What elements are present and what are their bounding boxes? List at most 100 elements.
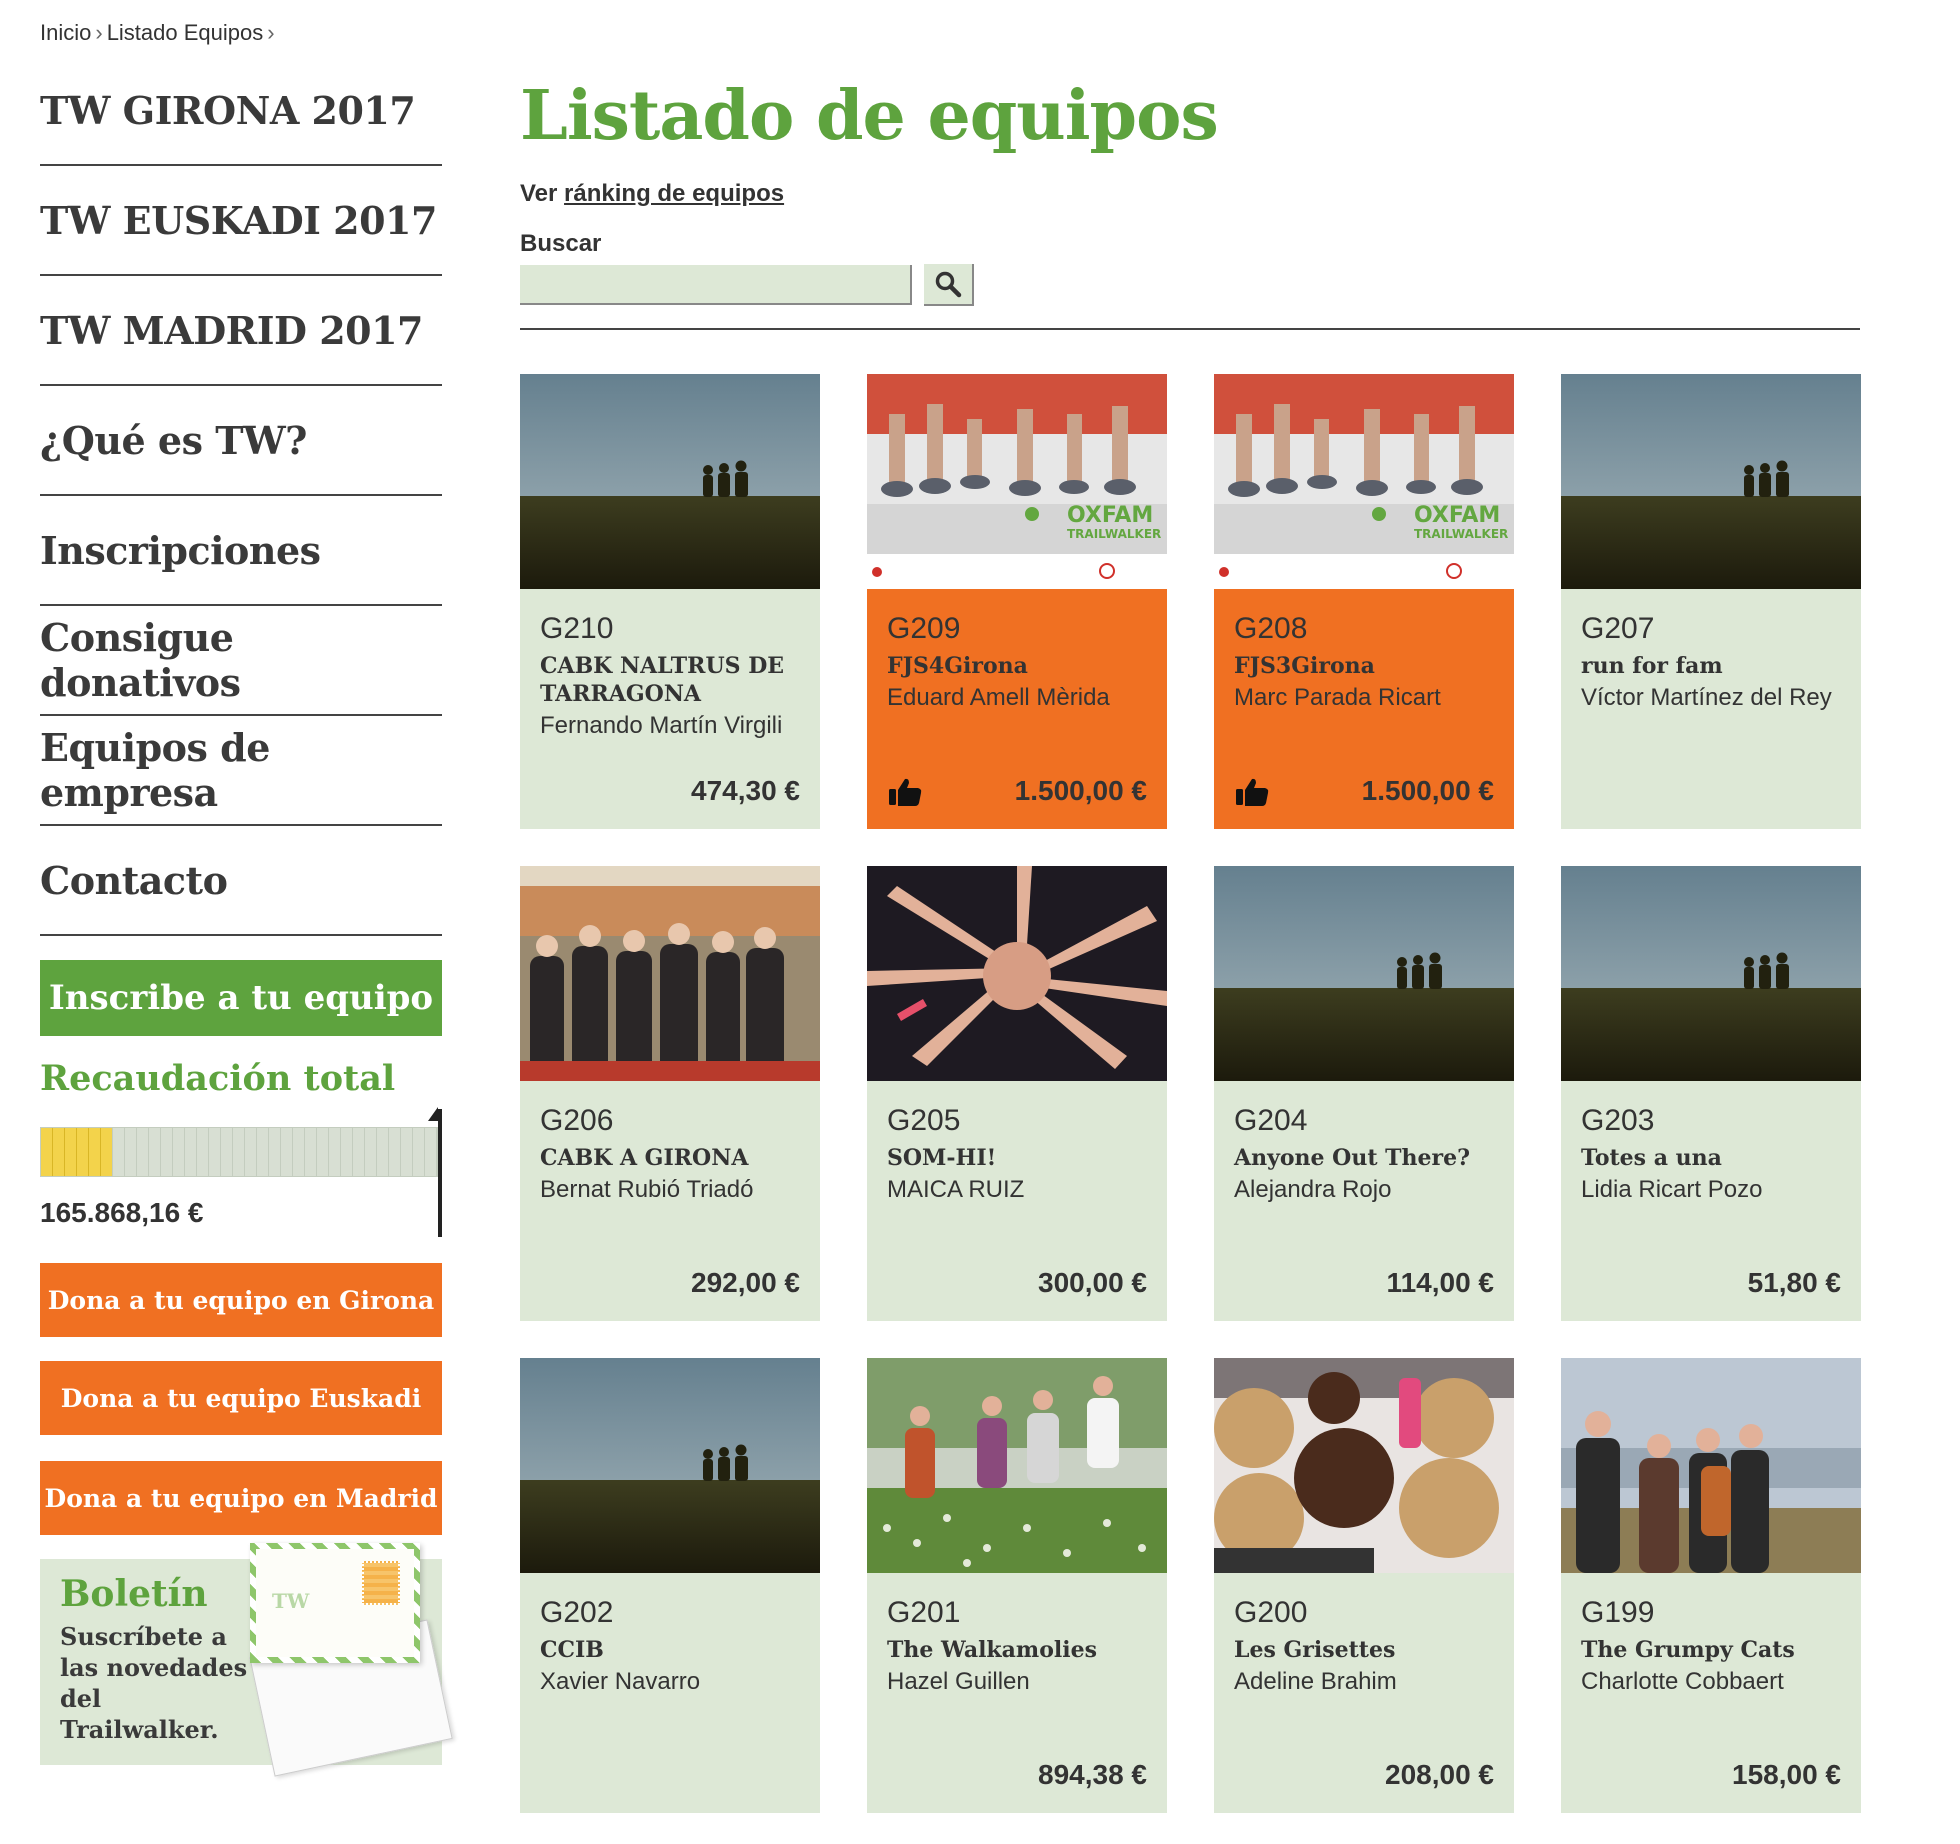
nav-item-tw-madrid[interactable]: TW MADRID 2017 (40, 276, 442, 386)
ranking-link[interactable]: ránking de equipos (564, 180, 784, 207)
donate-euskadi-button[interactable]: Dona a tu equipo Euskadi (40, 1361, 442, 1435)
team-image[interactable]: OXFAM TRAILWALKER (867, 374, 1167, 589)
team-card[interactable]: G210 CABK NALTRUS DE TARRAGONA Fernando … (520, 374, 820, 829)
team-info: G199 The Grumpy Cats Charlotte Cobbaert (1581, 1596, 1841, 1696)
team-card[interactable]: G199 The Grumpy Cats Charlotte Cobbaert … (1561, 1358, 1861, 1813)
nav-item-inscripciones[interactable]: Inscripciones (40, 496, 442, 606)
team-image[interactable]: OXFAM TRAILWALKER (1214, 374, 1514, 589)
donate-madrid-button[interactable]: Dona a tu equipo en Madrid (40, 1461, 442, 1535)
team-card[interactable]: G202 CCIB Xavier Navarro (520, 1358, 820, 1813)
team-name: CABK A GIRONA (540, 1145, 749, 1171)
team-info: G205 SOM-HI! MAICA RUIZ (887, 1104, 1147, 1204)
team-info: G210 CABK NALTRUS DE TARRAGONA Fernando … (540, 612, 800, 740)
oxfam-logo-text: OXFAM (1414, 503, 1500, 528)
recaudacion-amount: 165.868,16 € (40, 1197, 204, 1228)
search-row (520, 264, 1860, 306)
recaudacion-progress (40, 1107, 442, 1237)
hands-photo-thumbnail-icon (867, 866, 1167, 1081)
team-captain: Fernando Martín Virgili (540, 712, 783, 739)
team-image[interactable] (1561, 866, 1861, 1081)
team-image[interactable] (1214, 866, 1514, 1081)
nav-item-contacto[interactable]: Contacto (40, 826, 442, 936)
team-captain: Víctor Martínez del Rey (1581, 684, 1832, 711)
nav-item-consigue-donativos[interactable]: Consigue donativos (40, 606, 442, 716)
team-image[interactable] (1214, 1358, 1514, 1573)
team-image[interactable] (1561, 1358, 1861, 1573)
team-image[interactable] (520, 374, 820, 589)
recaudacion-title: Recaudación total (40, 1058, 396, 1099)
search-input[interactable] (520, 265, 912, 305)
envelope-icon: TW (250, 1543, 420, 1663)
team-code: G199 (1581, 1596, 1655, 1629)
newsletter-title: Boletín (60, 1573, 208, 1615)
team-card[interactable]: G207 run for fam Víctor Martínez del Rey (1561, 374, 1861, 829)
oxfam-runners-thumbnail-icon: OXFAM TRAILWALKER (1214, 374, 1514, 589)
inscribe-team-button[interactable]: Inscribe a tu equipo (40, 960, 442, 1036)
search-label: Buscar (520, 230, 602, 257)
donate-girona-button[interactable]: Dona a tu equipo en Girona (40, 1263, 442, 1337)
team-code: G200 (1234, 1596, 1308, 1629)
team-amount: 474,30 € (691, 775, 800, 806)
team-card[interactable]: G200 Les Grisettes Adeline Brahim 208,00… (1214, 1358, 1514, 1813)
nav-item-equipos-empresa[interactable]: Equipos de empresa (40, 716, 442, 826)
envelope-tw-mark: TW (272, 1589, 310, 1613)
breadcrumb-current[interactable]: Listado Equipos (107, 20, 264, 45)
team-code: G210 (540, 612, 614, 645)
team-card[interactable]: G206 CABK A GIRONA Bernat Rubió Triadó 2… (520, 866, 820, 1321)
team-amount: 292,00 € (691, 1267, 800, 1298)
team-card[interactable]: G204 Anyone Out There? Alejandra Rojo 11… (1214, 866, 1514, 1321)
team-card[interactable]: OXFAM TRAILWALKER G208 FJS3Girona Marc P… (1214, 374, 1514, 829)
team-captain: Bernat Rubió Triadó (540, 1176, 754, 1203)
team-amount: 1.500,00 € (1361, 775, 1494, 806)
postage-stamp-icon (362, 1561, 400, 1605)
team-code: G201 (887, 1596, 961, 1629)
ranking-line: Ver ránking de equipos (520, 180, 1860, 208)
team-captain: Charlotte Cobbaert (1581, 1668, 1784, 1695)
team-image[interactable] (520, 1358, 820, 1573)
trailwalker-logo-text: TRAILWALKER (1067, 527, 1161, 541)
breadcrumb-home-link[interactable]: Inicio (40, 20, 91, 45)
nav-item-tw-euskadi[interactable]: TW EUSKADI 2017 (40, 166, 442, 276)
divider (520, 328, 1860, 330)
nav-item-tw-girona[interactable]: TW GIRONA 2017 (40, 56, 442, 166)
team-name: Anyone Out There? (1234, 1145, 1470, 1171)
team-info: G208 FJS3Girona Marc Parada Ricart (1234, 612, 1494, 712)
team-image[interactable] (1561, 374, 1861, 589)
team-image[interactable] (867, 866, 1167, 1081)
team-info: G206 CABK A GIRONA Bernat Rubió Triadó (540, 1104, 800, 1204)
team-image[interactable] (867, 1358, 1167, 1573)
search-button[interactable] (924, 264, 974, 306)
group-photo-thumbnail-icon (520, 866, 820, 1081)
team-amount: 51,80 € (1747, 1267, 1841, 1298)
team-card[interactable]: G201 The Walkamolies Hazel Guillen 894,3… (867, 1358, 1167, 1813)
team-image[interactable] (520, 866, 820, 1081)
team-code: G206 (540, 1104, 614, 1137)
team-captain: Adeline Brahim (1234, 1668, 1397, 1695)
cakes-photo-thumbnail-icon (1214, 1358, 1514, 1573)
breadcrumb-separator: › (267, 20, 275, 45)
nav-item-que-es-tw[interactable]: ¿Qué es TW? (40, 386, 442, 496)
team-info: G204 Anyone Out There? Alejandra Rojo (1234, 1104, 1494, 1204)
team-amount: 300,00 € (1038, 1267, 1147, 1298)
trailwalker-logo-text: TRAILWALKER (1414, 527, 1508, 541)
newsletter-box[interactable]: Boletín Suscríbete a las novedades del T… (40, 1543, 453, 1777)
team-name: Totes a una (1581, 1145, 1722, 1171)
team-code: G205 (887, 1104, 961, 1137)
team-card[interactable]: OXFAM TRAILWALKER G209 FJS4Girona Eduard… (867, 374, 1167, 829)
team-captain: Alejandra Rojo (1234, 1176, 1392, 1203)
page-title: Listado de equipos (520, 76, 1219, 156)
team-name: CABK NALTRUS DE TARRAGONA (540, 653, 785, 707)
team-captain: Hazel Guillen (887, 1668, 1030, 1695)
breadcrumb-separator: › (95, 20, 103, 45)
main-content: Listado de equipos Ver ránking de equipo… (520, 56, 1861, 1813)
team-name: FJS4Girona (887, 653, 1028, 679)
team-amount: 208,00 € (1385, 1759, 1494, 1790)
team-captain: Eduard Amell Mèrida (887, 684, 1110, 711)
team-code: G207 (1581, 612, 1655, 645)
team-name: The Grumpy Cats (1581, 1637, 1795, 1663)
team-code: G208 (1234, 612, 1308, 645)
team-card[interactable]: G205 SOM-HI! MAICA RUIZ 300,00 € (867, 866, 1167, 1321)
team-name: FJS3Girona (1234, 653, 1375, 679)
team-card[interactable]: G203 Totes a una Lidia Ricart Pozo 51,80… (1561, 866, 1861, 1321)
donate-buttons: Dona a tu equipo en Girona Dona a tu equ… (40, 1263, 442, 1535)
